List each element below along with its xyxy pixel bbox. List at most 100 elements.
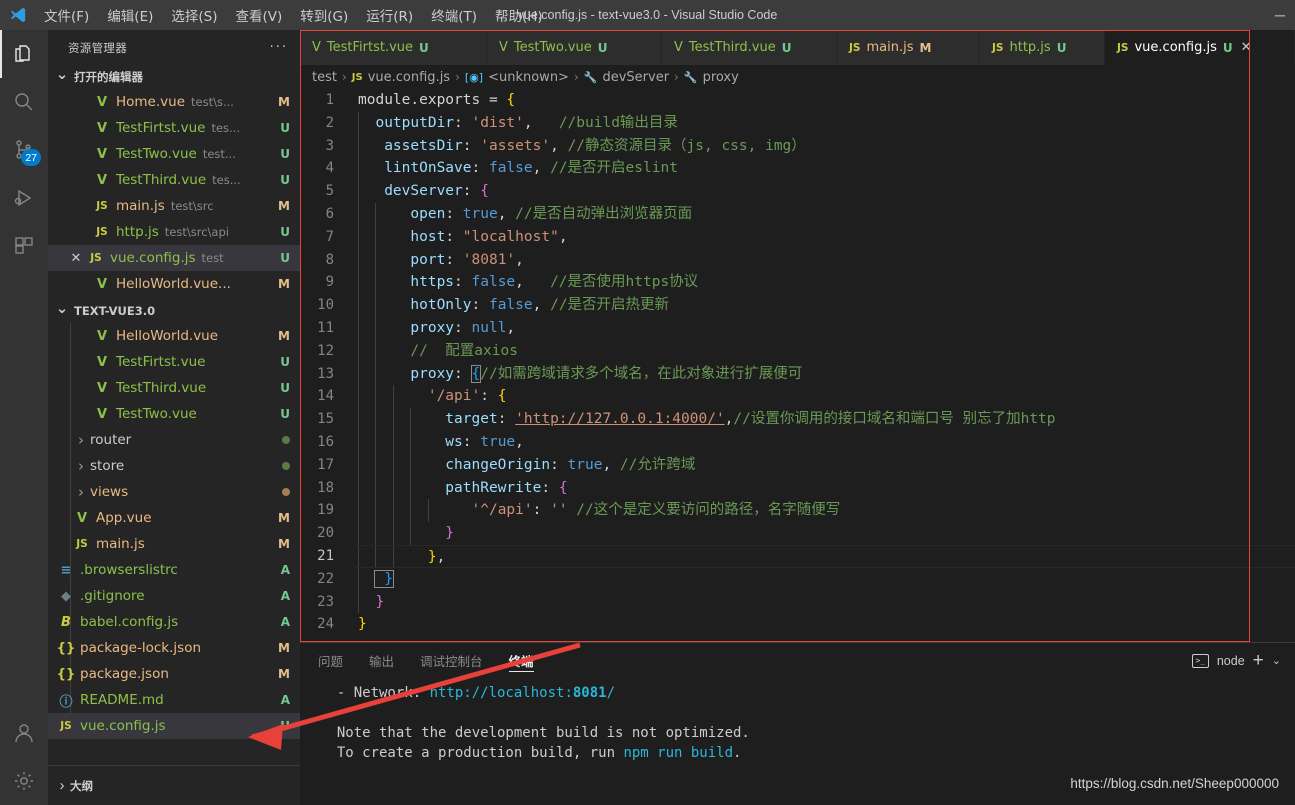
list-item-selected[interactable]: JS vue.config.js U: [48, 713, 300, 739]
list-item[interactable]: V App.vue M: [48, 505, 300, 531]
list-item[interactable]: B babel.config.js A: [48, 609, 300, 635]
terminal-selector-label[interactable]: node: [1217, 654, 1245, 668]
chevron-down-icon[interactable]: ⌄: [1272, 654, 1281, 667]
code-token: {: [558, 479, 568, 496]
tab-main-js[interactable]: JS main.js M: [837, 30, 980, 65]
indent-guide: [375, 294, 377, 317]
list-item[interactable]: V TestThird.vue tes... U: [48, 167, 300, 193]
list-item[interactable]: V TestTwo.vue test... U: [48, 141, 300, 167]
code-token: :: [462, 137, 481, 154]
menu-view[interactable]: 查看(V): [227, 2, 292, 28]
tab-testfirtst-vue[interactable]: V TestFirtst.vue U: [300, 30, 487, 65]
minimize-button[interactable]: ─: [1265, 0, 1295, 30]
menu-file[interactable]: 文件(F): [35, 2, 98, 28]
tab-close-icon[interactable]: ✕: [1241, 40, 1252, 55]
line-number: 24: [317, 616, 334, 633]
js-file-icon: JS: [992, 41, 1004, 54]
code-token: }: [374, 569, 394, 588]
list-item[interactable]: JS main.js M: [48, 531, 300, 557]
list-item[interactable]: {} package-lock.json M: [48, 635, 300, 661]
activity-settings-gear-icon[interactable]: [0, 757, 48, 805]
tab-vue-config-js[interactable]: JS vue.config.js U ✕: [1105, 30, 1295, 65]
tab-testthird-vue[interactable]: V TestThird.vue U: [662, 30, 837, 65]
list-item[interactable]: ⓘ README.md A: [48, 687, 300, 713]
activity-explorer-icon[interactable]: [0, 30, 48, 78]
code-editor[interactable]: 1 module.exports = {2 outputDir: 'dist', …: [300, 89, 1295, 672]
tab-terminal[interactable]: 终端: [508, 643, 534, 678]
activity-source-control-icon[interactable]: 27: [0, 126, 48, 174]
tab-testtwo-vue[interactable]: V TestTwo.vue U: [487, 30, 662, 65]
tab-output[interactable]: 输出: [369, 643, 394, 678]
list-item[interactable]: V Home.vue test\s... M: [48, 89, 300, 115]
tab-problems[interactable]: 问题: [318, 643, 343, 678]
menu-help[interactable]: 帮助(H): [486, 2, 552, 28]
line-number: 17: [317, 456, 334, 473]
code-token: }: [375, 593, 385, 610]
file-path: tes...: [211, 121, 240, 135]
line-number: 11: [317, 319, 334, 336]
terminal-line: - Network: http://localhost:8081/: [320, 683, 1295, 703]
file-name: http.js: [116, 224, 159, 240]
menu-terminal[interactable]: 终端(T): [422, 2, 486, 28]
explorer-more-actions-icon[interactable]: ···: [270, 40, 288, 55]
outline-label: 大纲: [70, 778, 93, 793]
chevron-right-icon: [72, 457, 90, 475]
close-icon[interactable]: ✕: [66, 251, 86, 266]
section-outline[interactable]: 大纲: [48, 765, 300, 805]
indent-guide: [392, 545, 394, 567]
section-open-editors[interactable]: 打开的编辑器: [48, 65, 300, 89]
indent-guide: [375, 248, 377, 272]
code-token: '^/api': [445, 502, 533, 519]
menu-go[interactable]: 转到(G): [291, 2, 357, 28]
list-item[interactable]: ≡ .browserslistrc A: [48, 557, 300, 583]
indent-guide: [410, 522, 412, 545]
activity-extensions-icon[interactable]: [0, 222, 48, 270]
tab-git-status: M: [919, 40, 932, 55]
json-file-icon: {}: [56, 666, 76, 682]
folder-item[interactable]: store: [48, 453, 300, 479]
indent-guide: [375, 522, 377, 545]
list-item[interactable]: V TestThird.vue U: [48, 375, 300, 401]
menu-selection[interactable]: 选择(S): [162, 2, 226, 28]
code-token: :: [532, 502, 551, 519]
list-item[interactable]: V TestFirtst.vue tes... U: [48, 115, 300, 141]
list-item[interactable]: {} package.json M: [48, 661, 300, 687]
activity-account-icon[interactable]: [0, 709, 48, 757]
section-project-root[interactable]: TEXT-VUE3.0: [48, 299, 300, 323]
list-item[interactable]: JS http.js test\src\api U: [48, 219, 300, 245]
code-token: ,: [436, 548, 446, 565]
git-status: M: [278, 199, 290, 213]
list-item[interactable]: ◆ .gitignore A: [48, 583, 300, 609]
folder-item[interactable]: views: [48, 479, 300, 505]
tab-http-js[interactable]: JS http.js U: [980, 30, 1105, 65]
breadcrumb-item-unknown[interactable]: <unknown>: [488, 70, 569, 85]
indent-guide: [410, 499, 412, 523]
activity-run-debug-icon[interactable]: [0, 174, 48, 222]
chevron-right-icon: [72, 483, 90, 501]
activity-search-icon[interactable]: [0, 78, 48, 126]
code-token: ,: [506, 319, 516, 336]
code-line: 6 open: true, //是否自动弹出浏览器页面: [300, 202, 1295, 226]
list-item-active[interactable]: ✕ JS vue.config.js test U: [48, 245, 300, 271]
new-terminal-button[interactable]: +: [1253, 651, 1264, 670]
list-item[interactable]: V HelloWorld.vue... M: [48, 271, 300, 297]
vue-file-icon: V: [96, 172, 108, 188]
list-item[interactable]: JS main.js test\src M: [48, 193, 300, 219]
code-token: hotOnly: [392, 297, 472, 314]
tab-debug-console[interactable]: 调试控制台: [420, 643, 483, 678]
list-item[interactable]: V HelloWorld.vue M: [48, 323, 300, 349]
breadcrumb-item-file[interactable]: vue.config.js: [368, 70, 450, 85]
terminal-token: 8081: [572, 685, 607, 701]
menu-edit[interactable]: 编辑(E): [98, 2, 162, 28]
breadcrumb-item-proxy[interactable]: proxy: [703, 70, 739, 85]
git-status: U: [280, 121, 290, 135]
breadcrumb-item-devserver[interactable]: devServer: [602, 70, 669, 85]
list-item[interactable]: V TestFirtst.vue U: [48, 349, 300, 375]
indent-guide: [375, 271, 377, 295]
menu-run[interactable]: 运行(R): [357, 2, 422, 28]
panel-tab-bar: 问题 输出 调试控制台 终端: [300, 643, 1295, 678]
folder-item[interactable]: router: [48, 427, 300, 453]
indent-guide: [410, 453, 412, 477]
list-item[interactable]: V TestTwo.vue U: [48, 401, 300, 427]
breadcrumb-item-folder[interactable]: test: [312, 70, 337, 85]
